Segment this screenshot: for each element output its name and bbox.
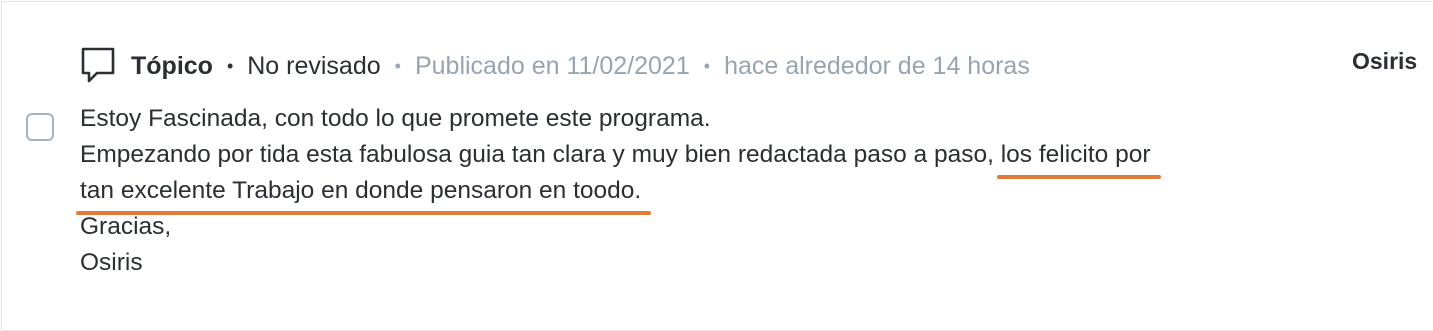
relative-time: hace alrededor de 14 horas	[724, 51, 1030, 80]
separator-dot: •	[703, 55, 711, 76]
post-card: Tópico • No revisado • Publicado en 11/0…	[1, 1, 1433, 331]
select-checkbox[interactable]	[26, 113, 54, 141]
post-meta: Tópico • No revisado • Publicado en 11/0…	[80, 46, 1030, 86]
post-body: Estoy Fascinada, con todo lo que promete…	[75, 101, 1280, 281]
separator-dot: •	[226, 55, 234, 76]
body-text-plain: Empezando por tida esta fabulosa guia ta…	[80, 141, 1001, 168]
speech-bubble-icon	[80, 46, 116, 86]
highlighted-text[interactable]: los felicito por	[996, 137, 1161, 179]
published-date: Publicado en 11/02/2021	[414, 51, 690, 80]
post-type-label: Tópico	[131, 51, 213, 80]
body-line: Estoy Fascinada, con todo lo que promete…	[80, 105, 711, 132]
body-line: Empezando por tida esta fabulosa guia ta…	[80, 137, 1280, 179]
body-line: Osiris	[80, 249, 143, 276]
highlighted-text[interactable]: tan excelente Trabajo en donde pensaron …	[75, 173, 652, 215]
review-status: No revisado	[247, 51, 381, 80]
author-name[interactable]: Osiris	[1352, 48, 1417, 75]
separator-dot: •	[394, 55, 401, 76]
